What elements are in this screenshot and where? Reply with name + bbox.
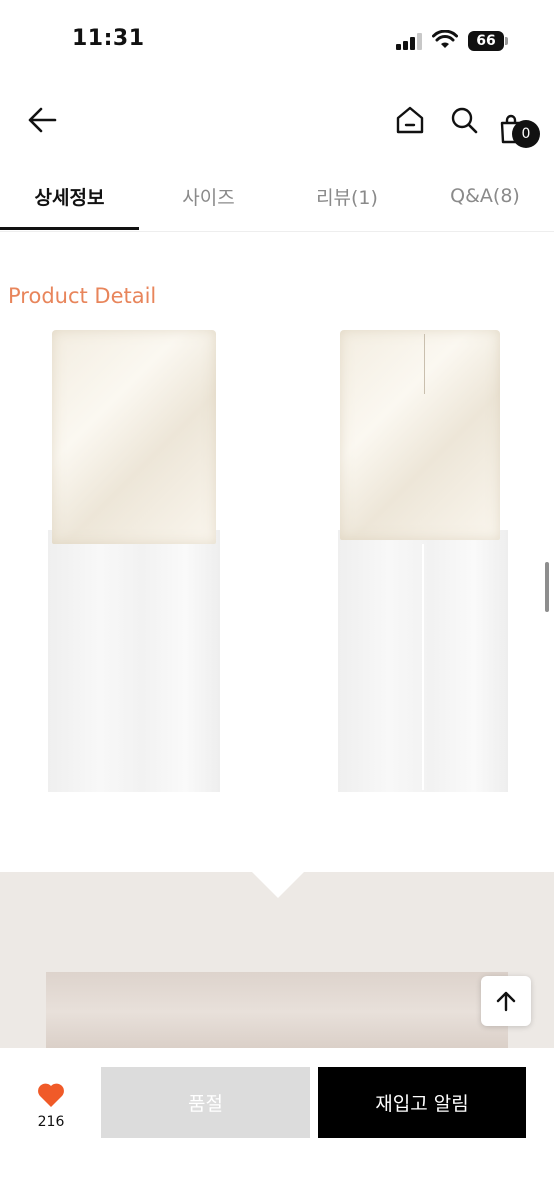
signal-icon bbox=[396, 33, 424, 50]
product-detail-content: Product Detail bbox=[0, 232, 554, 1048]
status-time: 11:31 bbox=[72, 26, 145, 51]
wifi-icon bbox=[432, 29, 458, 50]
restock-alert-button[interactable]: 재입고 알림 bbox=[318, 1067, 526, 1138]
section-title: Product Detail bbox=[8, 284, 157, 308]
cart-button[interactable]: 0 bbox=[496, 100, 542, 148]
header: 0 bbox=[0, 90, 554, 150]
bottom-action-bar: 216 품절 재입고 알림 bbox=[0, 1048, 554, 1200]
home-icon bbox=[396, 106, 424, 134]
home-button[interactable] bbox=[392, 100, 428, 140]
like-count: 216 bbox=[37, 1114, 65, 1130]
tab-size[interactable]: 사이즈 bbox=[139, 160, 278, 232]
like-button[interactable]: 216 bbox=[24, 1078, 78, 1138]
tab-qna[interactable]: Q&A(8) bbox=[416, 160, 554, 232]
scroll-to-top-button[interactable] bbox=[481, 976, 531, 1026]
heart-icon bbox=[38, 1083, 64, 1107]
tab-detail[interactable]: 상세정보 bbox=[0, 160, 139, 232]
arrow-up-icon bbox=[496, 991, 516, 1012]
status-bar: 11:31 66 bbox=[0, 0, 554, 80]
soldout-button[interactable]: 품절 bbox=[101, 1067, 310, 1138]
product-detail-photo bbox=[46, 972, 508, 1048]
battery-icon: 66 bbox=[468, 31, 508, 51]
cart-count-badge: 0 bbox=[512, 120, 540, 148]
banner-notch bbox=[252, 872, 304, 898]
search-button[interactable] bbox=[446, 100, 482, 140]
detail-tabs: 상세정보 사이즈 리뷰(1) Q&A(8) bbox=[0, 160, 554, 232]
back-arrow-icon bbox=[28, 107, 57, 133]
battery-level: 66 bbox=[468, 31, 504, 51]
scrollbar[interactable] bbox=[545, 562, 549, 612]
product-image-front bbox=[46, 330, 222, 792]
tab-review[interactable]: 리뷰(1) bbox=[278, 160, 416, 232]
back-button[interactable] bbox=[24, 100, 60, 140]
active-tab-indicator bbox=[0, 227, 139, 230]
product-image-back bbox=[336, 330, 512, 792]
search-icon bbox=[451, 107, 478, 134]
